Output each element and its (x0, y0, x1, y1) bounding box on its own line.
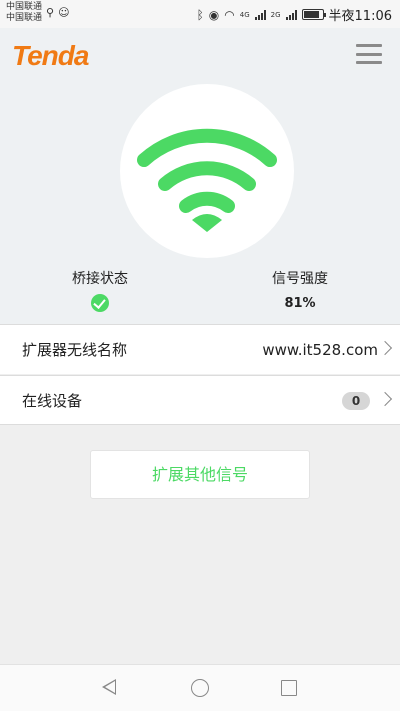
wifi-status-icon: ◠ (224, 7, 235, 22)
extender-ssid-value: www.it528.com (262, 340, 378, 359)
tenda-logo: Tenda (12, 40, 89, 71)
signal-strength-value: 81% (284, 296, 316, 311)
menu-button[interactable] (356, 44, 382, 64)
menu-line (356, 52, 382, 56)
recent-apps-icon[interactable] (281, 680, 297, 696)
notification-icon: ☺ (58, 6, 70, 19)
online-devices-label: 在线设备 (22, 391, 83, 410)
carrier-labels: 中国联通 中国联通 (6, 2, 42, 24)
signal-bars-2-icon (285, 9, 297, 20)
menu-line (356, 61, 382, 64)
online-devices-row[interactable]: 在线设备 0 (0, 375, 400, 425)
carrier-1: 中国联通 (6, 2, 43, 12)
battery-icon (301, 9, 326, 20)
carrier-2: 中国联通 (6, 13, 43, 23)
chevron-right-icon (377, 391, 393, 407)
chevron-right-icon (377, 340, 393, 356)
wifi-status-circle (120, 84, 294, 258)
menu-line (356, 44, 382, 47)
signal-bars-1-icon (254, 9, 266, 20)
status-icons-right: ᛒ ◉ ◠ 4G 2G 半夜11:06 (196, 5, 392, 25)
bluetooth-icon: ᛒ (196, 7, 204, 22)
signal-strength-label: 信号强度 (272, 271, 328, 287)
extender-ssid-row[interactable]: 扩展器无线名称 www.it528.com (0, 324, 400, 374)
status-icons-left: ⚲ ☺ (46, 6, 70, 19)
usb-icon: ⚲ (46, 6, 55, 19)
eye-icon: ◉ (208, 7, 220, 22)
status-time: 半夜11:06 (328, 9, 392, 24)
header-area: Tenda 桥接状态 信号强度 81% (0, 28, 400, 324)
check-icon (91, 294, 109, 312)
status-bar: 中国联通 中国联通 ⚲ ☺ ᛒ ◉ ◠ 4G 2G 半夜11:06 (0, 0, 400, 28)
extender-ssid-label: 扩展器无线名称 (22, 341, 128, 359)
home-icon[interactable] (191, 679, 209, 697)
bridge-status-label: 桥接状态 (72, 271, 128, 287)
signal-strength: 信号强度 81% (220, 268, 380, 311)
network-type-1: 4G (239, 10, 250, 19)
device-count-badge: 0 (342, 392, 370, 410)
extend-other-signal-button[interactable]: 扩展其他信号 (90, 450, 310, 499)
network-type-2: 2G (270, 10, 281, 19)
bridge-status: 桥接状态 (20, 268, 180, 316)
system-nav-bar (0, 664, 400, 711)
wifi-icon (137, 128, 277, 232)
back-icon[interactable] (102, 679, 116, 695)
